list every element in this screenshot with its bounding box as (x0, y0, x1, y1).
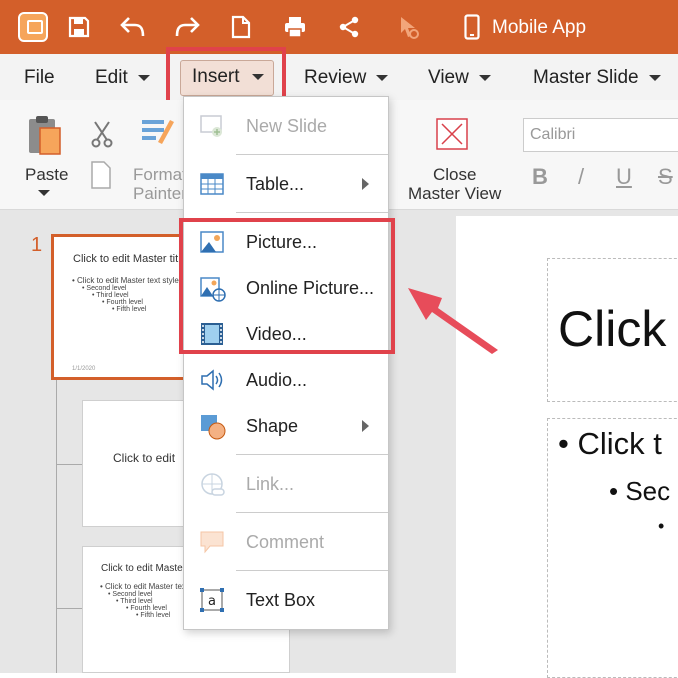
chevron-down-icon (137, 75, 150, 81)
thumb1-title: Click to edit Master tit (73, 253, 179, 265)
thumbnail-connector (56, 380, 57, 673)
menu-separator (236, 154, 388, 155)
thumb1-body: • Click to edit Master text styles (72, 276, 183, 285)
thumb1-level4: • Fourth level (102, 299, 143, 306)
chevron-down-icon[interactable] (38, 190, 50, 196)
menu-separator (236, 512, 388, 513)
table-icon (200, 172, 224, 196)
new-slide-icon (200, 114, 224, 138)
thumb3-title: Click to edit Master (101, 563, 187, 574)
master-body-level2[interactable]: • Sec (609, 476, 670, 507)
master-title-text[interactable]: Click (558, 300, 666, 358)
link-label: Link... (246, 474, 295, 494)
italic-button[interactable]: / (578, 164, 584, 190)
pointer-arrow-icon (404, 282, 504, 354)
paste-button[interactable]: Paste (25, 165, 68, 185)
menu-view-label: View (428, 67, 469, 88)
menu-view[interactable]: View (428, 67, 491, 89)
submenu-arrow-icon (362, 178, 369, 190)
cut-icon[interactable] (90, 120, 114, 153)
format-painter-label-2[interactable]: Painter (133, 184, 187, 204)
menu-review-label: Review (304, 67, 367, 88)
thumbnail-connector (56, 464, 82, 465)
menu-separator (236, 454, 388, 455)
copy-icon[interactable] (88, 160, 114, 195)
menu-review[interactable]: Review (304, 67, 389, 89)
bold-button[interactable]: B (532, 164, 548, 190)
share-icon[interactable] (332, 10, 366, 44)
menu-edit[interactable]: Edit (95, 67, 150, 89)
menu-edit-label: Edit (95, 67, 128, 88)
comment-label: Comment (246, 532, 325, 552)
slide-number: 1 (31, 234, 43, 256)
menu-master-slide[interactable]: Master Slide (533, 67, 661, 89)
thumb3-level3: • Third level (116, 598, 153, 605)
underline-button[interactable]: U (616, 164, 632, 190)
audio-label: Audio... (246, 370, 308, 390)
master-body-level1[interactable]: • Click t (558, 426, 662, 462)
close-master-view-icon[interactable] (436, 118, 468, 155)
mobile-icon[interactable] (455, 10, 489, 44)
paste-icon[interactable] (26, 114, 62, 156)
thumb3-level4: • Fourth level (126, 605, 167, 612)
menu-master-slide-label: Master Slide (533, 67, 639, 88)
text-box-icon: a (200, 588, 224, 612)
close-master-view-label-2[interactable]: Master View (408, 184, 501, 204)
media-items-highlight-frame (179, 218, 395, 354)
redo-icon[interactable] (170, 10, 204, 44)
mobile-app-button[interactable]: Mobile App (492, 17, 586, 39)
text-box-label: Text Box (246, 590, 316, 610)
thumb3-level2: • Second level (108, 591, 153, 598)
app-logo-icon (18, 12, 48, 42)
close-master-view-label-1[interactable]: Close (433, 165, 476, 185)
shape-icon (200, 414, 226, 440)
submenu-arrow-icon (362, 420, 369, 432)
thumb1-level2: • Second level (82, 285, 127, 292)
menu-separator (236, 212, 388, 213)
link-icon (200, 472, 225, 496)
chevron-down-icon (478, 75, 491, 81)
menu-file[interactable]: File (24, 67, 55, 89)
strikethrough-button[interactable]: S (658, 164, 673, 190)
new-slide-label: New Slide (246, 116, 328, 136)
audio-icon (200, 368, 224, 392)
format-painter-label-1[interactable]: Format (133, 165, 187, 185)
shape-label: Shape (246, 416, 299, 436)
format-painter-icon[interactable] (140, 116, 178, 157)
save-icon[interactable] (62, 10, 96, 44)
thumb1-level3: • Third level (92, 292, 129, 299)
thumb1-level5: • Fifth level (112, 306, 147, 313)
print-icon[interactable] (278, 10, 312, 44)
master-body-level3[interactable]: • (658, 516, 664, 537)
table-label: Table... (246, 174, 305, 194)
thumbnail-connector (56, 608, 82, 609)
chevron-down-icon (376, 75, 389, 81)
menu-file-label: File (24, 67, 55, 88)
thumb1-footer: 1/1/2020 (72, 366, 96, 372)
font-name-input[interactable]: Calibri (523, 118, 678, 152)
svg-text:a: a (208, 594, 216, 609)
chevron-down-icon (648, 75, 661, 81)
new-document-icon[interactable] (224, 10, 258, 44)
thumb2-title: Click to edit (113, 451, 176, 465)
touch-mode-icon[interactable] (392, 10, 426, 44)
menu-separator (236, 570, 388, 571)
undo-icon[interactable] (116, 10, 150, 44)
thumb3-level5: • Fifth level (136, 612, 171, 619)
comment-icon (200, 530, 224, 554)
